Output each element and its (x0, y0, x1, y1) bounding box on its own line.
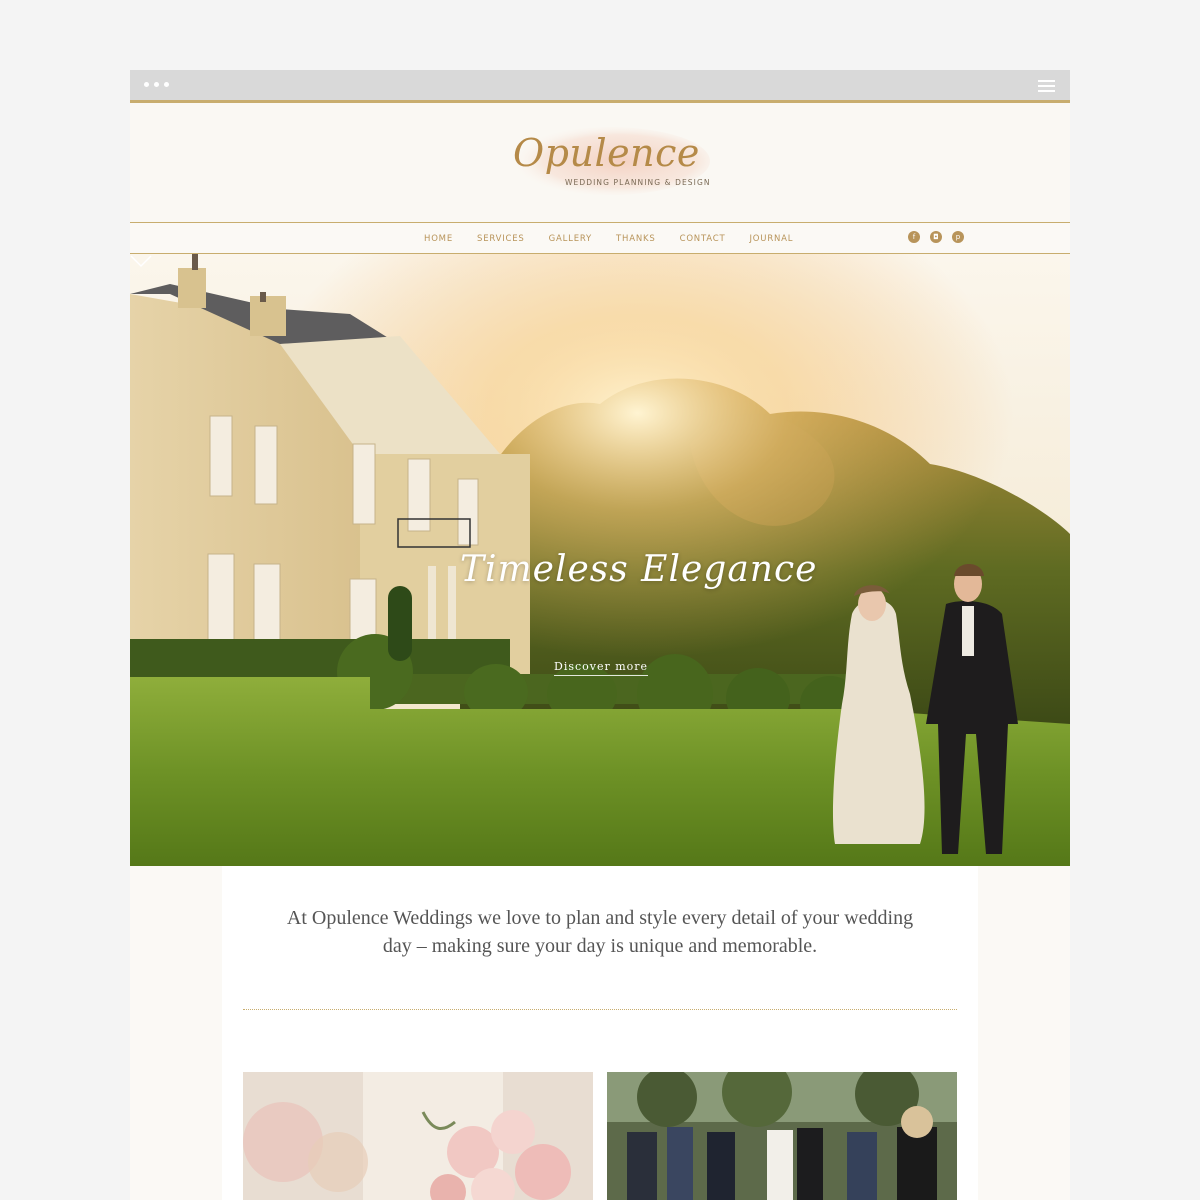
hero-banner: Timeless Elegance Discover more (130, 254, 1070, 866)
nav-links: HOME SERVICES GALLERY THANKS CONTACT JOU… (424, 234, 793, 244)
ceremony-photo (607, 1072, 957, 1200)
social-links: f ◘ p (908, 231, 964, 243)
site-header: Opulence WEDDING PLANNING & DESIGN (130, 103, 1070, 223)
facebook-icon[interactable]: f (908, 231, 920, 243)
hamburger-menu-icon[interactable] (1038, 80, 1055, 92)
intro-text: At Opulence Weddings we love to plan and… (286, 907, 914, 957)
content-section: At Opulence Weddings we love to plan and… (222, 866, 978, 1200)
main-nav: HOME SERVICES GALLERY THANKS CONTACT JOU… (130, 223, 1070, 254)
nav-item-services[interactable]: SERVICES (477, 234, 525, 244)
bouquet-photo (243, 1072, 593, 1200)
nav-item-thanks[interactable]: THANKS (616, 234, 656, 244)
browser-window: Opulence WEDDING PLANNING & DESIGN HOME … (130, 70, 1070, 1200)
nav-item-contact[interactable]: CONTACT (680, 234, 726, 244)
window-dot (164, 82, 169, 87)
section-divider (243, 1009, 957, 1010)
nav-item-home[interactable]: HOME (424, 234, 453, 244)
logo-wordmark: Opulence (513, 131, 700, 175)
window-titlebar (130, 70, 1070, 103)
window-dot (154, 82, 159, 87)
pinterest-icon[interactable]: p (952, 231, 964, 243)
nav-item-gallery[interactable]: GALLERY (549, 234, 592, 244)
bouquet-photo-card[interactable] (243, 1072, 593, 1200)
window-dots (144, 82, 169, 87)
window-dot (144, 82, 149, 87)
nav-item-journal[interactable]: JOURNAL (750, 234, 794, 244)
chevron-down-icon[interactable] (130, 254, 152, 268)
discover-more-link[interactable]: Discover more (554, 660, 649, 676)
logo-tagline: WEDDING PLANNING & DESIGN (565, 178, 711, 187)
hero-title: Timeless Elegance (460, 549, 818, 590)
ceremony-photo-card[interactable] (607, 1072, 957, 1200)
instagram-icon[interactable]: ◘ (930, 231, 942, 243)
site-logo[interactable]: Opulence WEDDING PLANNING & DESIGN (485, 119, 715, 209)
